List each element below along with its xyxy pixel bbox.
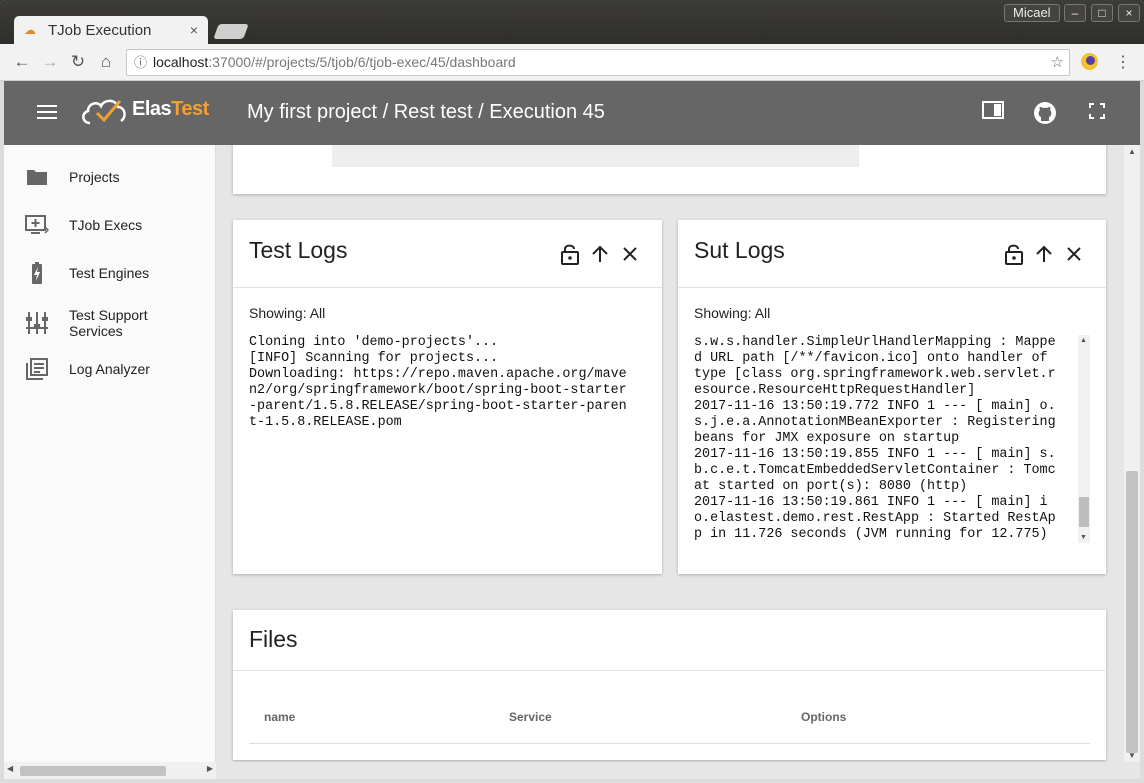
sidebar-item-tjob-execs[interactable]: TJob Execs — [4, 213, 216, 237]
card-title: Test Logs — [249, 237, 348, 263]
close-icon[interactable] — [1064, 242, 1084, 266]
elastest-favicon-icon: ☁ — [24, 23, 36, 37]
card-header: Sut Logs — [678, 220, 1106, 288]
brand-prefix: Elas — [132, 98, 172, 120]
column-header-service[interactable]: Service — [509, 710, 552, 724]
sut-log-viewport[interactable]: s.w.s.handler.SimpleUrlHandlerMapping : … — [694, 335, 1074, 543]
elastest-logo[interactable]: ElasTest — [80, 95, 220, 129]
back-icon[interactable]: ← — [12, 52, 32, 72]
card-actions — [1004, 242, 1084, 266]
address-bar[interactable]: ⓘ localhost:37000/#/projects/5/tjob/6/tj… — [126, 49, 1070, 76]
reload-icon[interactable]: ↻ — [68, 52, 88, 72]
scroll-up-arrow-icon[interactable]: ▲ — [1128, 147, 1136, 156]
test-logs-card: Test Logs Showing: All Cloning into 'dem… — [233, 220, 662, 574]
close-window-button[interactable]: × — [1118, 4, 1140, 22]
sidebar-item-log-analyzer[interactable]: Log Analyzer — [4, 357, 216, 381]
scroll-down-arrow-icon[interactable]: ▼ — [1128, 751, 1136, 760]
browser-window: ☁ TJob Execution × Micael – □ × ← → ↻ ⌂ … — [0, 0, 1144, 783]
scrollbar-thumb[interactable] — [20, 766, 166, 776]
url-host: localhost — [153, 54, 209, 70]
side-panel-icon[interactable] — [981, 101, 1005, 125]
close-icon[interactable] — [620, 242, 640, 266]
column-header-name[interactable]: name — [264, 710, 295, 724]
tab-title: TJob Execution — [48, 21, 152, 39]
card-title: Sut Logs — [694, 237, 785, 263]
files-card: Files name Service Options — [233, 610, 1106, 760]
lock-open-icon[interactable] — [560, 242, 580, 266]
card-header: Test Logs — [233, 220, 662, 288]
sidebar-item-test-engines[interactable]: Test Engines — [4, 261, 216, 285]
extension-icon[interactable] — [1081, 53, 1098, 70]
content-bottom-strip — [216, 762, 1140, 779]
table-divider — [249, 743, 1090, 744]
tab-strip: ☁ TJob Execution × Micael – □ × — [0, 0, 1144, 44]
brand-suffix: Test — [171, 98, 209, 120]
battery-charging-icon — [25, 261, 49, 285]
lock-open-icon[interactable] — [1004, 242, 1024, 266]
profile-button[interactable]: Micael — [1004, 4, 1060, 22]
tune-sliders-icon — [25, 311, 49, 335]
breadcrumb-title: My first project / Rest test / Execution… — [247, 101, 605, 123]
scrollbar-thumb[interactable] — [1126, 471, 1138, 753]
info-icon[interactable]: ⓘ — [134, 50, 147, 75]
home-icon[interactable]: ⌂ — [96, 52, 116, 72]
log-filter-label: Showing: All — [694, 305, 771, 321]
sidebar-item-label: Projects — [69, 169, 120, 185]
new-tab-button[interactable] — [213, 24, 249, 39]
arrow-up-icon[interactable] — [590, 242, 610, 266]
browser-menu-icon[interactable]: ⋮ — [1115, 52, 1131, 72]
card-body-placeholder — [332, 145, 859, 167]
fullscreen-icon[interactable] — [1085, 101, 1109, 125]
sidebar-item-label: TJob Execs — [69, 217, 143, 233]
card-title: Files — [249, 626, 298, 652]
cloud-check-icon — [82, 99, 126, 125]
sidebar-item-test-support-services[interactable]: Test Support Services — [4, 305, 216, 341]
url-path: :37000/#/projects/5/tjob/6/tjob-exec/45/… — [208, 54, 516, 70]
forward-icon[interactable]: → — [40, 52, 60, 72]
sidebar-item-label: Test Support Services — [69, 307, 148, 339]
library-books-icon — [25, 357, 49, 381]
sidebar: Projects TJob Execs Test Engines Test Su… — [4, 145, 216, 762]
bookmark-star-icon[interactable]: ☆ — [1051, 50, 1064, 75]
tab-close-icon[interactable]: × — [190, 22, 198, 38]
toolbar: ← → ↻ ⌂ ⓘ localhost:37000/#/projects/5/t… — [0, 44, 1144, 81]
maximize-button[interactable]: □ — [1091, 4, 1113, 22]
previous-card — [233, 145, 1106, 194]
add-to-queue-icon — [25, 213, 49, 237]
column-header-options[interactable]: Options — [801, 710, 846, 724]
log-scrollbar[interactable]: ▲ ▼ — [1078, 335, 1090, 543]
sut-log-output: s.w.s.handler.SimpleUrlHandlerMapping : … — [694, 335, 1056, 542]
sidebar-item-label: Test Engines — [69, 265, 150, 281]
card-actions — [560, 242, 640, 266]
scrollbar-thumb[interactable] — [1079, 497, 1089, 527]
scroll-down-arrow-icon[interactable]: ▼ — [1080, 534, 1087, 541]
folder-icon — [25, 165, 49, 189]
scroll-up-arrow-icon[interactable]: ▲ — [1080, 337, 1087, 344]
sut-logs-card: Sut Logs Showing: All s.w.s.handler.Simp… — [678, 220, 1106, 574]
scroll-left-arrow-icon[interactable]: ◀ — [7, 764, 13, 773]
app-toolbar: ElasTest My first project / Rest test / … — [4, 81, 1140, 145]
arrow-up-icon[interactable] — [1034, 242, 1054, 266]
main-content: Test Logs Showing: All Cloning into 'dem… — [216, 145, 1124, 762]
brand-name: ElasTest — [132, 98, 209, 121]
sidebar-item-projects[interactable]: Projects — [4, 165, 216, 189]
sidebar-horizontal-scrollbar[interactable]: ◀ ▶ — [4, 762, 216, 779]
menu-icon[interactable] — [37, 105, 57, 121]
browser-tab[interactable]: ☁ TJob Execution × — [14, 16, 208, 44]
page-scrollbar[interactable]: ▲ ▼ — [1124, 145, 1140, 762]
minimize-button[interactable]: – — [1064, 4, 1086, 22]
test-log-output: Cloning into 'demo-projects'... [INFO] S… — [249, 335, 627, 430]
scroll-right-arrow-icon[interactable]: ▶ — [207, 764, 213, 773]
sidebar-item-label: Log Analyzer — [69, 361, 150, 377]
log-filter-label: Showing: All — [249, 305, 326, 321]
divider — [233, 670, 1106, 671]
github-icon[interactable] — [1033, 101, 1057, 125]
